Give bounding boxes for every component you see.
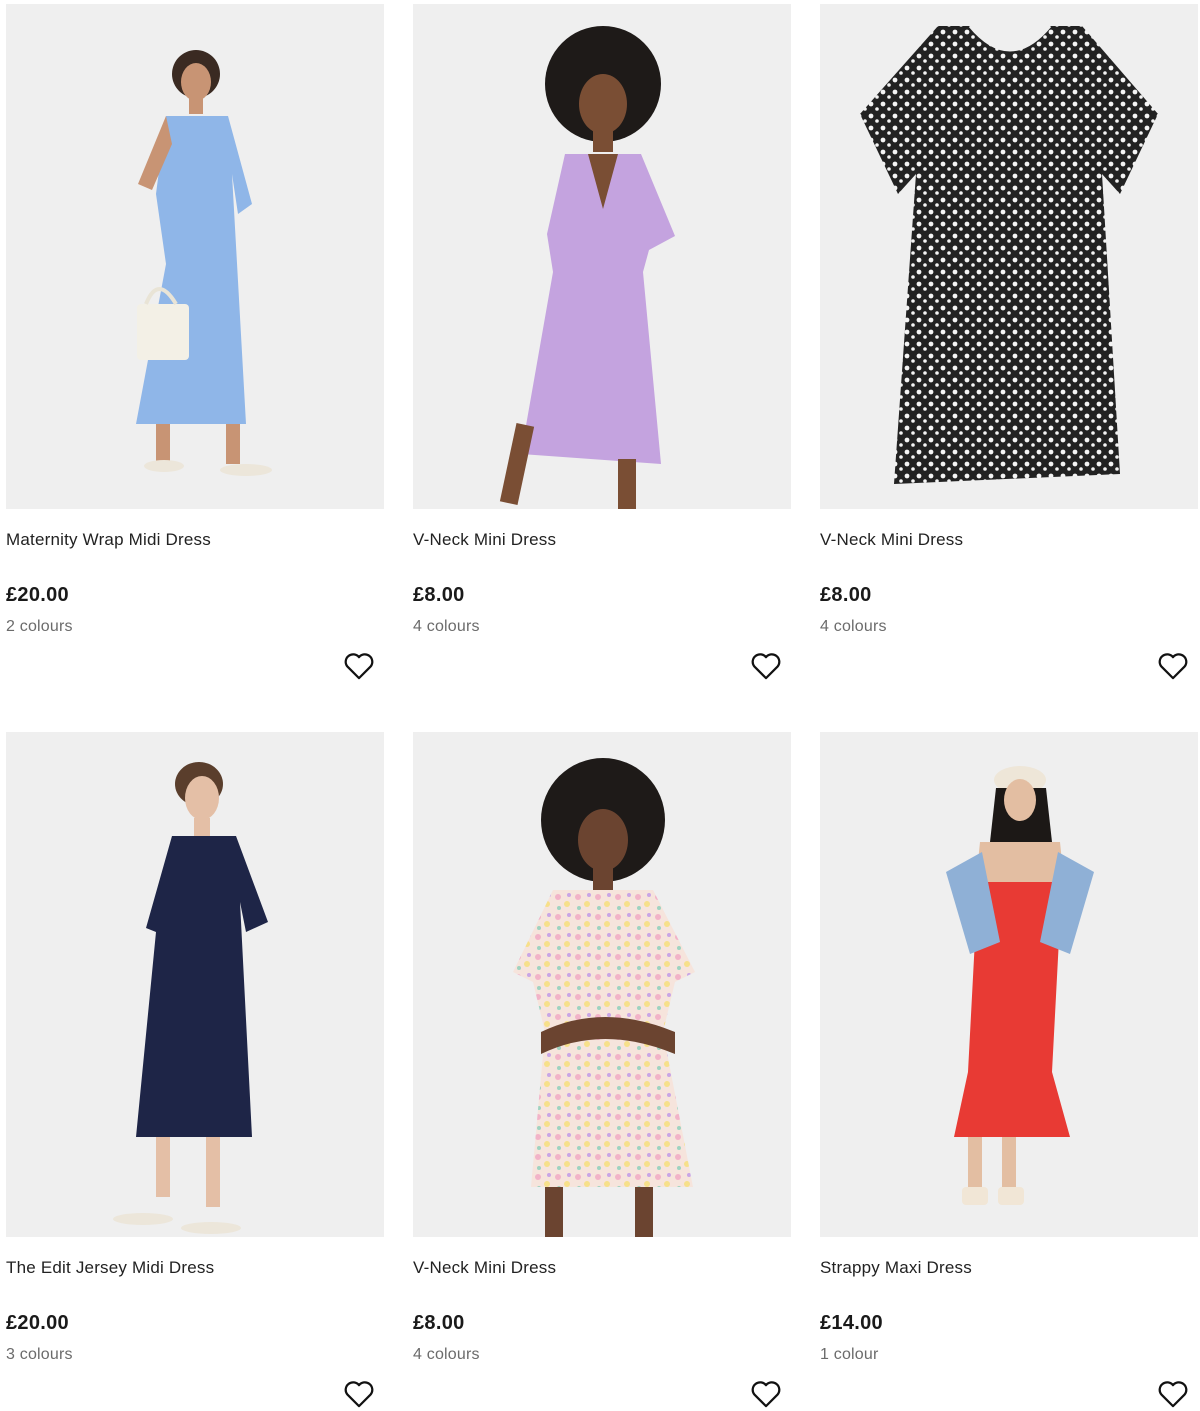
- heart-outline-icon: [751, 653, 781, 680]
- heart-outline-icon: [751, 1381, 781, 1408]
- product-name[interactable]: V-Neck Mini Dress: [413, 530, 556, 550]
- wishlist-button[interactable]: [749, 1377, 783, 1411]
- wishlist-button[interactable]: [342, 1377, 376, 1411]
- product-image[interactable]: [820, 4, 1198, 509]
- heart-outline-icon: [1158, 653, 1188, 680]
- product-image[interactable]: [820, 732, 1198, 1237]
- heart-outline-icon: [344, 653, 374, 680]
- product-name[interactable]: The Edit Jersey Midi Dress: [6, 1258, 214, 1278]
- wishlist-button[interactable]: [1156, 1377, 1190, 1411]
- product-image[interactable]: [6, 732, 384, 1237]
- product-image[interactable]: [413, 4, 791, 509]
- model-navy-dress-image: [6, 732, 384, 1237]
- heart-outline-icon: [1158, 1381, 1188, 1408]
- model-floral-dress-image: [413, 732, 791, 1237]
- product-image[interactable]: [6, 4, 384, 509]
- product-colour-count: 4 colours: [413, 618, 480, 635]
- product-price: £20.00: [6, 1312, 69, 1334]
- product-colour-count: 3 colours: [6, 1346, 73, 1363]
- product-colour-count: 2 colours: [6, 618, 73, 635]
- product-image[interactable]: [413, 732, 791, 1237]
- model-red-maxi-dress-image: [820, 732, 1198, 1237]
- product-colour-count: 4 colours: [413, 1346, 480, 1363]
- product-price: £8.00: [413, 584, 465, 606]
- product-name[interactable]: Maternity Wrap Midi Dress: [6, 530, 211, 550]
- product-colour-count: 4 colours: [820, 618, 887, 635]
- product-name[interactable]: Strappy Maxi Dress: [820, 1258, 972, 1278]
- model-blue-dress-image: [6, 4, 384, 509]
- heart-outline-icon: [344, 1381, 374, 1408]
- product-price: £20.00: [6, 584, 69, 606]
- product-price: £8.00: [413, 1312, 465, 1334]
- wishlist-button[interactable]: [749, 649, 783, 683]
- product-name[interactable]: V-Neck Mini Dress: [820, 530, 963, 550]
- product-price: £8.00: [820, 584, 872, 606]
- model-lilac-dress-image: [413, 4, 791, 509]
- product-colour-count: 1 colour: [820, 1346, 879, 1363]
- product-name[interactable]: V-Neck Mini Dress: [413, 1258, 556, 1278]
- wishlist-button[interactable]: [342, 649, 376, 683]
- print-dress-flat-image: [820, 4, 1198, 509]
- product-price: £14.00: [820, 1312, 883, 1334]
- wishlist-button[interactable]: [1156, 649, 1190, 683]
